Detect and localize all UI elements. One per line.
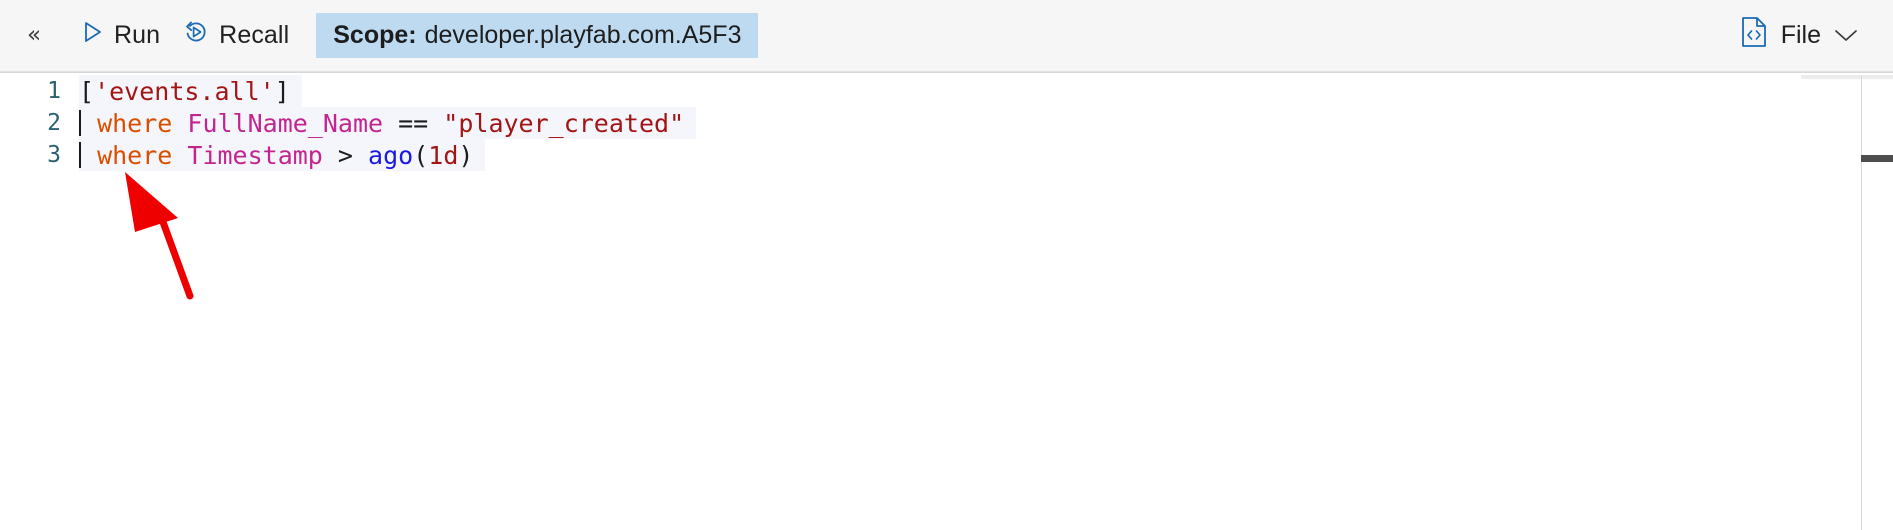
code-token-punct: [ [79,76,95,106]
code-token-column: FullName_Name [187,108,384,138]
code-token-punct [323,141,338,170]
pipe-caret-marker [79,110,81,136]
scope-selector[interactable]: Scope: developer.playfab.com.A5F3 [316,13,759,58]
editor-toolbar: « Run Recall Scope: developer.playfab.co… [0,0,1893,72]
code-token-punct: ) [458,140,474,170]
query-editor-surface[interactable]: 1['events.all'] 2 where FullName_Name == … [1,75,1893,530]
scope-value: developer.playfab.com.A5F3 [424,21,742,49]
code-token-op: > [337,140,353,170]
pipe-caret-marker [79,142,81,168]
code-lines[interactable]: 1['events.all'] 2 where FullName_Name == … [1,75,1893,171]
code-token-func: ago [368,140,414,170]
toolbar-right-group: File [1731,0,1893,71]
code-token-op: == [398,108,429,138]
chevron-double-left-icon: « [26,22,42,48]
code-token-string: 'events.all' [94,76,275,106]
minimap-divider [1861,75,1862,530]
line-number: 2 [47,110,61,136]
play-triangle-icon [79,19,105,52]
recall-button-label: Recall [219,21,290,49]
code-token-punct: ] [274,76,290,106]
recall-button[interactable]: Recall [171,0,300,71]
code-line[interactable]: 2 where FullName_Name == "player_created… [1,107,1893,139]
replay-circle-icon [182,18,210,53]
code-token-punct [353,141,368,170]
query-editor[interactable]: 1['events.all'] 2 where FullName_Name == … [0,72,1893,530]
code-token-punct [172,109,187,138]
code-token-punct [82,141,97,170]
code-token-punct [172,141,187,170]
code-file-icon [1739,16,1769,55]
code-line[interactable]: 3 where Timestamp > ago(1d) [1,139,1893,171]
code-token-literal: 1d [428,140,459,170]
line-number: 1 [47,78,61,104]
scope-label: Scope: [333,21,417,49]
code-line-text[interactable]: where Timestamp > ago(1d) [79,139,486,171]
run-button-label: Run [114,21,161,49]
code-line[interactable]: 1 ['events.all'] [1,75,1893,107]
code-token-punct [383,109,398,138]
code-token-column: Timestamp [187,140,323,170]
code-line-text[interactable]: where FullName_Name == "player_created" [79,107,697,139]
code-token-keyword: where [97,108,173,138]
file-menu-label: File [1780,21,1821,49]
chevron-down-icon [1833,21,1859,50]
code-token-punct [428,109,443,138]
file-menu-button[interactable]: File [1731,0,1867,71]
line-number: 3 [47,142,61,168]
code-line-text[interactable]: ['events.all'] [79,75,302,107]
run-button[interactable]: Run [68,0,171,71]
code-token-string: "player_created" [443,108,685,138]
code-token-punct [82,109,97,138]
code-token-keyword: where [97,140,173,170]
code-token-punct: ( [413,140,429,170]
vertical-scrollbar-thumb[interactable] [1861,155,1893,162]
toolbar-left-group: « Run Recall Scope: developer.playfab.co… [0,0,759,71]
collapse-panel-button[interactable]: « [0,0,68,71]
